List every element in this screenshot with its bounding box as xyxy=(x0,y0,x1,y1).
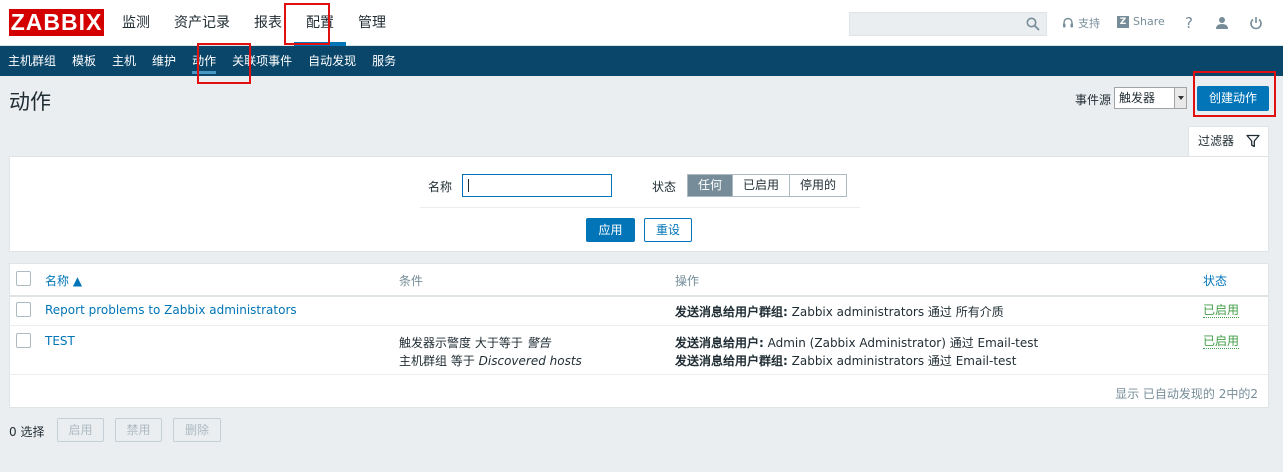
main-menu: 监测 资产记录 报表 配置 管理 xyxy=(110,0,398,46)
condition-text: 触发器示警度 大于等于 警告 xyxy=(399,334,551,351)
condition-label: 触发器示警度 大于等于 xyxy=(399,336,527,350)
action-name-link[interactable]: TEST xyxy=(45,334,75,348)
filter-tab-label: 过滤器 xyxy=(1198,134,1235,148)
row-checkbox[interactable] xyxy=(16,302,31,317)
actions-table: 名称 ▲ 条件 操作 状态 Report problems to Zabbix … xyxy=(9,263,1269,408)
filter-name-label: 名称 xyxy=(428,180,453,194)
share-label: Share xyxy=(1133,15,1165,28)
highlight-box xyxy=(284,3,330,45)
filter-icon xyxy=(1246,134,1260,148)
submenu-discovery[interactable]: 自动发现 xyxy=(300,46,364,76)
support-label: 支持 xyxy=(1078,17,1100,30)
share-link[interactable]: Z Share xyxy=(1117,15,1165,28)
menu-monitoring[interactable]: 监测 xyxy=(110,0,162,46)
filter-status-label: 状态 xyxy=(652,180,677,194)
chevron-down-icon xyxy=(1174,88,1186,108)
status-option-any[interactable]: 任何 xyxy=(688,175,733,196)
operation-prefix: 发送消息给用户: xyxy=(675,336,764,350)
column-header-name[interactable]: 名称 ▲ xyxy=(45,272,82,289)
status-option-enabled[interactable]: 已启用 xyxy=(732,175,790,196)
headset-icon xyxy=(1063,17,1073,28)
top-header: ZABBIX 监测 资产记录 报表 配置 管理 支持 Z Share ? xyxy=(0,0,1283,46)
menu-inventory[interactable]: 资产记录 xyxy=(162,0,242,46)
operation-prefix: 发送消息给用户群组: xyxy=(675,354,788,368)
search-icon[interactable] xyxy=(1026,17,1040,31)
disable-button[interactable]: 禁用 xyxy=(115,418,162,442)
submenu-templates[interactable]: 模板 xyxy=(64,46,104,76)
operation-detail: Admin (Zabbix Administrator) 通过 Email-te… xyxy=(763,336,1039,350)
submenu-hosts[interactable]: 主机 xyxy=(104,46,144,76)
operation-text: 发送消息给用户群组: Zabbix administrators 通过 所有介质 xyxy=(675,303,1004,320)
user-icon[interactable] xyxy=(1212,13,1232,33)
reset-button[interactable]: 重设 xyxy=(644,218,692,242)
event-source-value: 触发器 xyxy=(1119,91,1156,105)
highlight-box xyxy=(1193,71,1276,117)
event-source-label: 事件源 xyxy=(1075,93,1112,107)
search-input[interactable] xyxy=(849,12,1047,36)
column-header-operations: 操作 xyxy=(675,274,700,288)
row-divider xyxy=(10,325,1268,326)
status-enabled-link[interactable]: 已启用 xyxy=(1203,303,1240,318)
operation-text: 发送消息给用户: Admin (Zabbix Administrator) 通过… xyxy=(675,334,1038,351)
status-enabled-link[interactable]: 已启用 xyxy=(1203,334,1240,349)
zabbix-logo[interactable]: ZABBIX xyxy=(9,9,104,36)
row-divider xyxy=(10,374,1268,375)
sub-menu: 主机群组 模板 主机 维护 动作 关联项事件 自动发现 服务 xyxy=(0,46,1283,76)
condition-label: 主机群组 等于 xyxy=(399,354,479,368)
operation-prefix: 发送消息给用户群组: xyxy=(675,305,788,319)
event-source-select[interactable]: 触发器 xyxy=(1114,87,1187,109)
column-header-conditions: 条件 xyxy=(399,274,424,288)
page-title: 动作 xyxy=(9,90,51,114)
column-header-status[interactable]: 状态 xyxy=(1203,272,1227,289)
status-option-disabled[interactable]: 停用的 xyxy=(789,175,847,196)
condition-value: 警告 xyxy=(526,336,551,350)
operation-detail: Zabbix administrators 通过 所有介质 xyxy=(787,305,1004,319)
menu-administration[interactable]: 管理 xyxy=(346,0,398,46)
apply-button[interactable]: 应用 xyxy=(586,218,635,242)
share-icon: Z xyxy=(1117,15,1129,28)
filter-name-input[interactable] xyxy=(462,174,612,197)
enable-button[interactable]: 启用 xyxy=(57,418,104,442)
submenu-services[interactable]: 服务 xyxy=(364,46,404,76)
question-icon[interactable]: ? xyxy=(1179,13,1199,33)
condition-value: Discovered hosts xyxy=(478,354,582,368)
table-footer-info: 显示 已自动发现的 2中的2 xyxy=(1115,387,1258,401)
operation-detail: Zabbix administrators 通过 Email-test xyxy=(787,354,1017,368)
row-checkbox[interactable] xyxy=(16,333,31,348)
filter-tab[interactable]: 过滤器 xyxy=(1188,126,1269,157)
submenu-maintenance[interactable]: 维护 xyxy=(144,46,184,76)
condition-text: 主机群组 等于 Discovered hosts xyxy=(399,352,582,369)
support-link[interactable]: 支持 xyxy=(1062,15,1100,31)
filter-status-toggle: 任何 已启用 停用的 xyxy=(687,174,848,197)
highlight-box xyxy=(197,43,251,84)
filter-panel: 名称 状态 任何 已启用 停用的 应用 重设 xyxy=(9,156,1269,252)
header-divider xyxy=(10,295,1268,297)
action-name-link[interactable]: Report problems to Zabbix administrators xyxy=(45,303,297,317)
select-all-checkbox[interactable] xyxy=(16,271,31,286)
submenu-host-groups[interactable]: 主机群组 xyxy=(0,46,64,76)
power-icon[interactable] xyxy=(1246,13,1266,33)
filter-divider xyxy=(420,207,860,208)
selected-count: 0 选择 xyxy=(9,425,45,439)
operation-text: 发送消息给用户群组: Zabbix administrators 通过 Emai… xyxy=(675,352,1016,369)
delete-button[interactable]: 删除 xyxy=(173,418,221,442)
